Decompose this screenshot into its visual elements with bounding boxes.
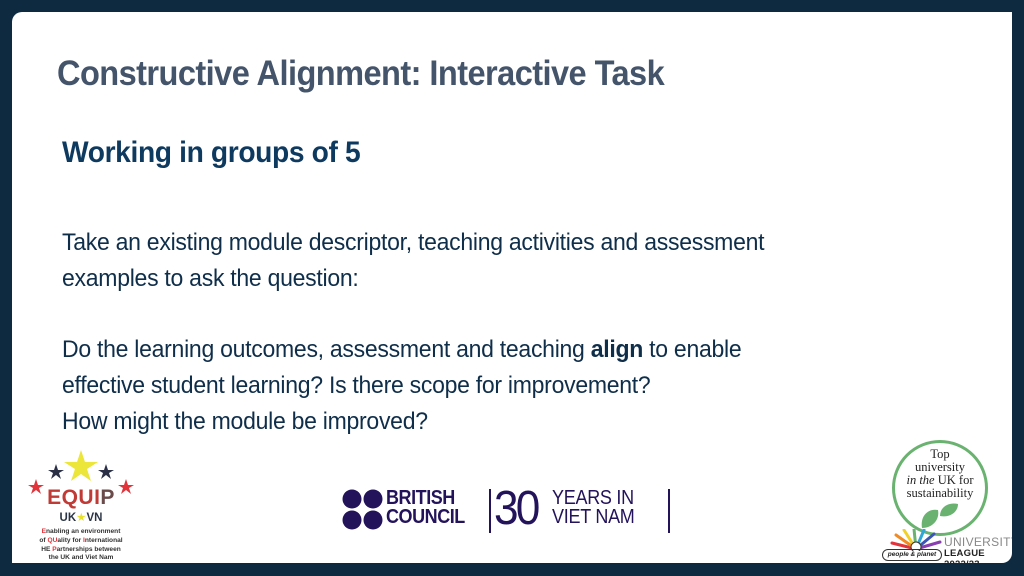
logo-divider — [489, 489, 491, 533]
slide-body: Take an existing module descriptor, teac… — [62, 225, 765, 440]
slide: Constructive Alignment: Interactive Task… — [12, 12, 1012, 563]
instruction-line-1: Take an existing module descriptor, teac… — [62, 229, 765, 256]
badge-text: Top university in the UK for sustainabil… — [906, 447, 974, 500]
question-line-1: Do the learning outcomes, assessment and… — [62, 332, 764, 368]
slide-title: Constructive Alignment: Interactive Task — [57, 54, 665, 93]
equip-ukvn: UK★VN — [59, 512, 103, 524]
sustainability-badge: Top university in the UK for sustainabil… — [882, 440, 1012, 563]
slide-subtitle: Working in groups of 5 — [62, 136, 361, 169]
british-council-logo: BRITISH COUNCIL 30 YEARS IN VIET NAM — [342, 483, 672, 545]
question-emphasis: align — [590, 336, 644, 364]
logo-divider-end — [668, 489, 670, 533]
leaves-icon — [921, 503, 958, 528]
british-council-dots-icon — [342, 489, 383, 530]
anniversary-number: 30 — [494, 482, 540, 535]
british-council-name: BRITISH COUNCIL — [386, 487, 465, 528]
star-icon: ★ — [76, 512, 87, 524]
anniversary-text: YEARS IN VIET NAM — [552, 487, 635, 528]
question-text-before: Do the learning outcomes, assessment and… — [62, 336, 591, 364]
equip-logo: EQUIP UK★VN Enabling an environment of Q… — [22, 444, 140, 561]
equip-tagline: Enabling an environment of QUality for I… — [39, 528, 123, 562]
university-league: people & planet UNIVERSITY LEAGUE 2022/2… — [882, 529, 1012, 563]
equip-wordmark: EQUIP — [47, 486, 115, 509]
people-planet-badge: people & planet — [882, 549, 942, 561]
question-text-after: to enable — [643, 336, 742, 364]
league-title: UNIVERSITY — [944, 535, 1012, 549]
question-line-2: effective student learning? Is there sco… — [62, 372, 651, 400]
rainbow-rays-icon — [890, 529, 942, 551]
question-line-3: How might the module be improved? — [62, 407, 428, 435]
league-year: LEAGUE 2022/23 — [944, 548, 985, 563]
instruction-line-2: examples to ask the question: — [62, 264, 359, 292]
